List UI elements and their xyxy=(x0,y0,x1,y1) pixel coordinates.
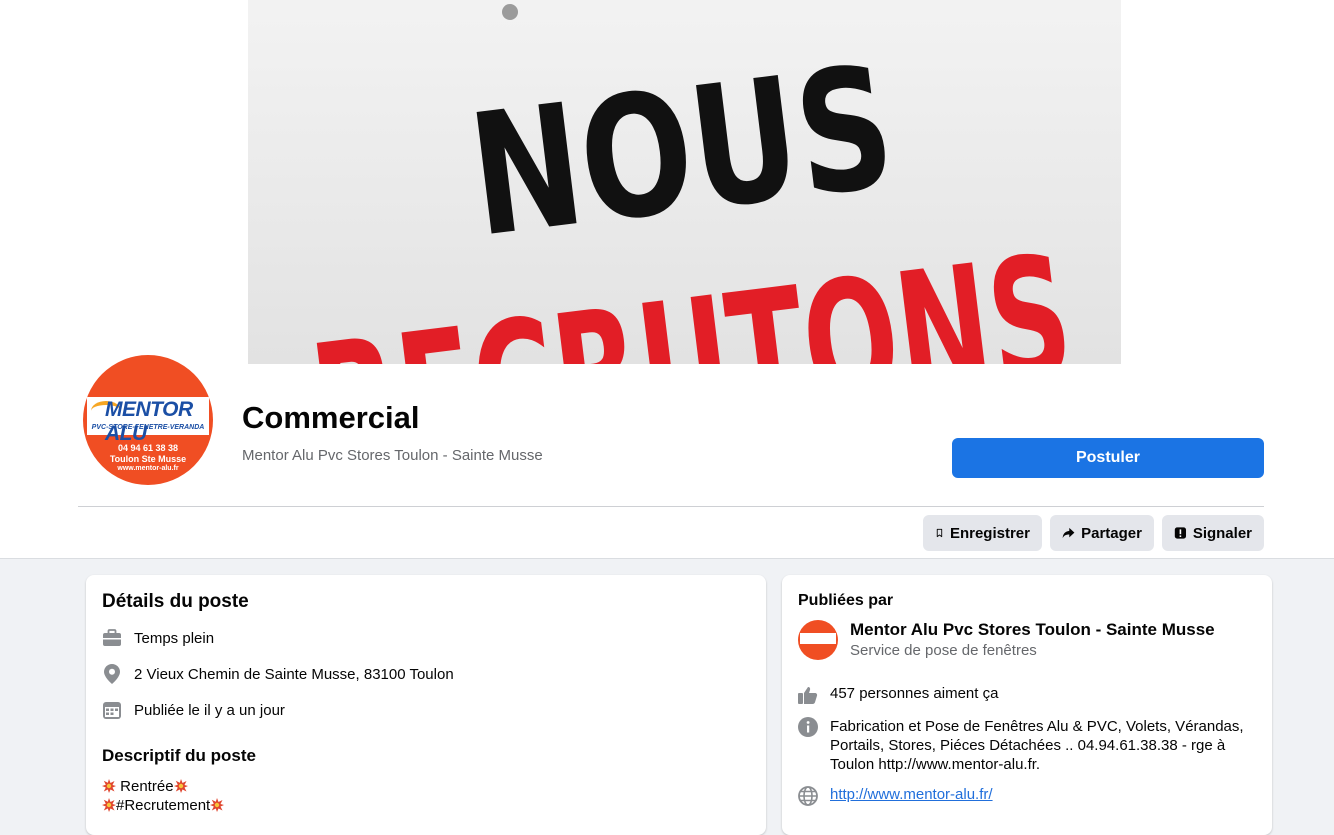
logo-city: Toulon Ste Musse xyxy=(109,454,187,464)
share-label: Partager xyxy=(1081,524,1142,542)
publisher-heading: Publiées par xyxy=(798,592,894,609)
description-text-1: Rentrée xyxy=(116,778,174,795)
details-heading: Détails du poste xyxy=(102,591,249,612)
globe-icon xyxy=(798,786,818,806)
publisher-website-link[interactable]: http://www.mentor-alu.fr/ xyxy=(830,786,993,803)
job-address: 2 Vieux Chemin de Sainte Musse, 83100 To… xyxy=(134,665,454,683)
logo-tagline: PVC-STORE-FENETRE-VERANDA xyxy=(91,424,205,431)
cover-sign-text: NOUS RECRUTONS xyxy=(303,4,1081,364)
publisher-avatar[interactable] xyxy=(798,620,838,660)
description-line-1: Rentrée xyxy=(102,778,188,795)
job-type-row: Temps plein xyxy=(102,628,214,648)
website-row: http://www.mentor-alu.fr/ xyxy=(798,786,993,806)
collision-emoji-icon xyxy=(210,798,225,812)
briefcase-icon xyxy=(102,628,122,648)
address-row: 2 Vieux Chemin de Sainte Musse, 83100 To… xyxy=(102,664,454,684)
likes-count: 457 personnes aiment ça xyxy=(830,685,999,702)
description-text-2: #Recrutement xyxy=(116,797,211,814)
header-divider xyxy=(78,506,1264,507)
report-label: Signaler xyxy=(1192,524,1252,542)
posted-time: Publiée le il y a un jour xyxy=(134,701,285,719)
save-label: Enregistrer xyxy=(949,524,1030,542)
cover-line1: NOUS xyxy=(461,29,904,275)
share-icon xyxy=(1062,527,1075,539)
info-icon xyxy=(798,717,818,737)
report-button[interactable]: Signaler xyxy=(1162,515,1264,551)
job-header: NOUS RECRUTONS MENTOR ALU PVC-STORE-FENE… xyxy=(0,0,1334,559)
thumbs-up-icon xyxy=(798,685,818,705)
save-button[interactable]: Enregistrer xyxy=(923,515,1042,551)
location-pin-icon xyxy=(102,664,122,684)
likes-row: 457 personnes aiment ça xyxy=(798,685,998,705)
job-type: Temps plein xyxy=(134,629,215,647)
report-icon xyxy=(1174,527,1187,539)
job-details-card: Détails du poste Temps plein 2 Vieux Che… xyxy=(86,575,766,835)
company-name[interactable]: Mentor Alu Pvc Stores Toulon - Sainte Mu… xyxy=(242,447,543,464)
logo-brand: MENTOR ALU xyxy=(105,398,193,445)
logo-web: www.mentor-alu.fr xyxy=(117,465,179,472)
collision-emoji-icon xyxy=(102,779,116,793)
bookmark-icon xyxy=(936,528,943,538)
collision-emoji-icon xyxy=(102,798,116,812)
cover-photo: NOUS RECRUTONS xyxy=(0,0,1334,364)
apply-button[interactable]: Postuler xyxy=(952,438,1264,478)
publisher-about: Fabrication et Pose de Fenêtres Alu & PV… xyxy=(830,718,1244,773)
publisher-card: Publiées par Mentor Alu Pvc Stores Toulo… xyxy=(782,575,1272,835)
description-line-2: #Recrutement xyxy=(102,797,225,814)
company-logo: MENTOR ALU PVC-STORE-FENETRE-VERANDA 04 … xyxy=(83,355,213,485)
description-heading: Descriptif du poste xyxy=(102,746,256,765)
calendar-icon xyxy=(102,700,122,720)
publisher-category: Service de pose de fenêtres xyxy=(850,642,1037,659)
posted-row: Publiée le il y a un jour xyxy=(102,700,285,720)
collision-emoji-icon xyxy=(173,779,188,793)
share-button[interactable]: Partager xyxy=(1050,515,1154,551)
publisher-name[interactable]: Mentor Alu Pvc Stores Toulon - Sainte Mu… xyxy=(850,620,1215,640)
about-row: Fabrication et Pose de Fenêtres Alu & PV… xyxy=(798,717,1260,774)
company-avatar[interactable]: MENTOR ALU PVC-STORE-FENETRE-VERANDA 04 … xyxy=(80,352,216,488)
logo-phone: 04 94 61 38 38 xyxy=(117,443,179,453)
job-title: Commercial xyxy=(242,400,420,435)
